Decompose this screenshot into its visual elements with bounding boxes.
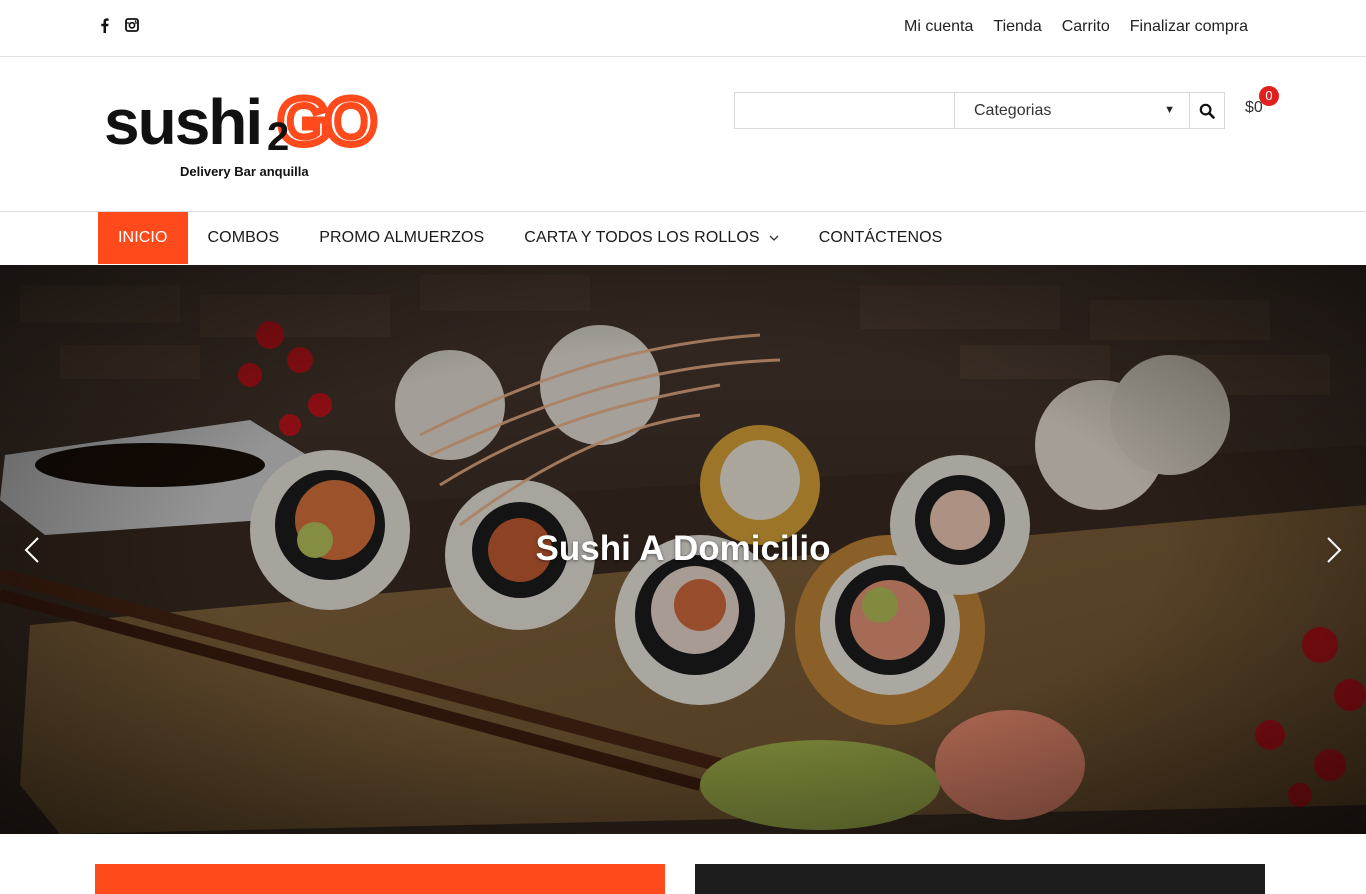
category-select[interactable]: Categorias ▼ xyxy=(955,93,1190,128)
search-button[interactable] xyxy=(1190,93,1224,128)
account-links: Mi cuenta Tienda Carrito Finalizar compr… xyxy=(904,18,1248,36)
nav-item-contactenos[interactable]: CONTÁCTENOS xyxy=(799,212,963,264)
search-input[interactable] xyxy=(735,93,955,128)
logo-text-2: 2 xyxy=(267,115,290,159)
hero-title: Sushi A Domicilio xyxy=(535,529,831,568)
logo-tagline: Delivery Bar anquilla xyxy=(180,164,309,179)
link-tienda[interactable]: Tienda xyxy=(993,18,1041,36)
link-finalizar-compra[interactable]: Finalizar compra xyxy=(1130,18,1248,36)
nav-item-combos[interactable]: COMBOS xyxy=(188,212,300,264)
top-bar: Mi cuenta Tienda Carrito Finalizar compr… xyxy=(0,0,1366,57)
cart-count-badge: 0 xyxy=(1259,86,1279,106)
instagram-icon[interactable] xyxy=(124,17,140,33)
feature-panel-dark xyxy=(695,864,1265,894)
svg-text:GO: GO xyxy=(278,90,374,152)
main-navigation: INICIO COMBOS PROMO ALMUERZOS CARTA Y TO… xyxy=(0,212,1366,265)
mini-cart[interactable]: $0 0 xyxy=(1245,86,1279,117)
chevron-down-icon xyxy=(769,235,779,241)
category-select-value: Categorias xyxy=(974,102,1052,119)
caret-down-icon: ▼ xyxy=(1164,104,1175,116)
logo-text-sushi: sushi xyxy=(104,86,263,158)
nav-item-carta[interactable]: CARTA Y TODOS LOS ROLLOS xyxy=(504,212,798,264)
link-carrito[interactable]: Carrito xyxy=(1062,18,1110,36)
hero-slider: Sushi A Domicilio xyxy=(0,265,1366,834)
nav-item-promo-almuerzos[interactable]: PROMO ALMUERZOS xyxy=(299,212,504,264)
slider-prev-button[interactable] xyxy=(20,535,44,565)
feature-panel-orange xyxy=(95,864,665,894)
search-icon xyxy=(1199,103,1215,119)
logo-go-mark: GO xyxy=(275,90,382,152)
nav-item-inicio[interactable]: INICIO xyxy=(98,212,188,264)
site-logo[interactable]: sushi GO 2 Delivery Bar anquilla xyxy=(104,87,394,182)
social-links xyxy=(96,17,140,33)
facebook-icon[interactable] xyxy=(96,17,112,33)
link-mi-cuenta[interactable]: Mi cuenta xyxy=(904,18,973,36)
slider-next-button[interactable] xyxy=(1322,535,1346,565)
chevron-right-icon xyxy=(1327,537,1342,563)
chevron-left-icon xyxy=(24,537,39,563)
product-search: Categorias ▼ xyxy=(734,92,1225,129)
site-header: sushi GO 2 Delivery Bar anquilla Categor… xyxy=(0,57,1366,212)
